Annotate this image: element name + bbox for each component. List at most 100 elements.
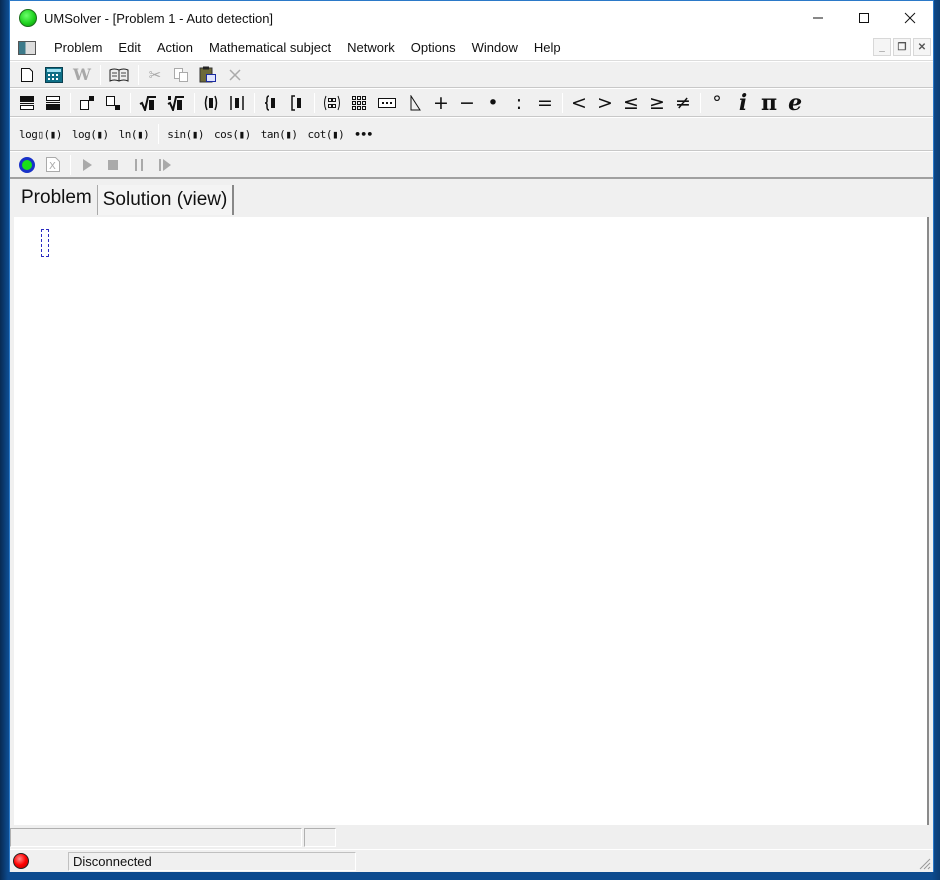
square-root-icon (139, 95, 156, 111)
toolbar-separator (130, 92, 131, 113)
connection-status-text: Disconnected (68, 852, 356, 871)
curly-brace-icon (264, 94, 275, 111)
imaginary-i-button[interactable]: i (732, 90, 754, 116)
tab-solution-view[interactable]: Solution (view) (96, 185, 235, 215)
absolute-value-button[interactable] (226, 92, 248, 114)
app-window: UMSolver - [Problem 1 - Auto detection] … (9, 0, 934, 872)
new-document-button[interactable] (16, 64, 38, 86)
excel-button[interactable]: X (42, 154, 64, 176)
mdi-document-icon[interactable] (18, 40, 36, 55)
scissors-icon: ✂ (148, 66, 162, 84)
greater-equal-button[interactable]: ≥ (646, 92, 668, 114)
delete-icon (229, 68, 241, 81)
cut-button[interactable]: ✂ (144, 64, 166, 86)
less-than-button[interactable]: < (568, 92, 590, 114)
superscript-button[interactable] (76, 92, 98, 114)
matrix-button[interactable] (320, 92, 344, 114)
pause-icon (135, 158, 143, 171)
less-equal-button[interactable]: ≤ (620, 92, 642, 114)
excel-icon: X (46, 157, 60, 172)
subscript-button[interactable] (102, 92, 124, 114)
ellipsis-box-icon (378, 97, 396, 108)
delete-button[interactable] (224, 64, 246, 86)
mdi-controls: _ ❐ ✕ (873, 38, 931, 56)
dot-button[interactable]: • (482, 92, 504, 114)
toolbar-separator (194, 92, 195, 113)
math-symbols-toolbar: + − • : = < > ≤ ≥ ≠ ° i π e (10, 88, 933, 117)
new-document-icon (21, 67, 33, 82)
cot-button[interactable]: cot(▮) (304, 123, 347, 145)
toolbar-separator (137, 64, 139, 85)
log-base-button[interactable]: log▯(▮) (16, 123, 65, 145)
plus-button[interactable]: + (430, 92, 452, 114)
info-field-small (304, 828, 336, 847)
close-button[interactable] (887, 1, 933, 35)
functions-toolbar: log▯(▮) log(▮) ln(▮) sin(▮) cos(▮) tan(▮… (10, 117, 933, 151)
run-button[interactable] (76, 154, 98, 176)
pause-button[interactable] (128, 154, 150, 176)
paste-button[interactable] (196, 64, 220, 86)
equals-button[interactable]: = (534, 92, 556, 114)
more-functions-button[interactable]: ••• (351, 123, 375, 145)
paste-icon (199, 66, 216, 83)
book-icon (109, 68, 129, 82)
menu-network[interactable]: Network (339, 35, 403, 61)
word-export-button[interactable]: W (70, 64, 94, 86)
nth-root-button[interactable] (164, 92, 188, 114)
menu-window[interactable]: Window (464, 35, 526, 61)
menu-problem[interactable]: Problem (46, 35, 110, 61)
mdi-minimize-button[interactable]: _ (873, 38, 891, 56)
matrix-icon (324, 95, 340, 110)
fraction-bottom-button[interactable] (42, 92, 64, 114)
menu-edit[interactable]: Edit (110, 35, 148, 61)
euler-e-button[interactable]: e (784, 90, 806, 116)
greater-than-button[interactable]: > (594, 92, 616, 114)
mdi-restore-button[interactable]: ❐ (893, 38, 911, 56)
cos-button[interactable]: cos(▮) (211, 123, 254, 145)
window-controls (795, 1, 933, 35)
pi-button[interactable]: π (758, 90, 780, 116)
angle-icon (410, 94, 421, 110)
stop-button[interactable] (102, 154, 124, 176)
colon-button[interactable]: : (508, 92, 530, 114)
preview-button[interactable] (106, 64, 132, 86)
square-root-button[interactable] (136, 92, 160, 114)
formula-editor[interactable] (14, 217, 929, 825)
square-bracket-button[interactable] (286, 92, 308, 114)
minimize-button[interactable] (795, 1, 841, 35)
log-button[interactable]: log(▮) (69, 123, 112, 145)
not-equal-button[interactable]: ≠ (672, 92, 694, 114)
svg-text:X: X (49, 161, 56, 172)
ln-button[interactable]: ln(▮) (116, 123, 153, 145)
word-icon: W (73, 65, 91, 84)
connection-status-icon (19, 156, 35, 173)
connect-button[interactable] (16, 154, 38, 176)
resize-grip-icon[interactable] (917, 856, 931, 870)
fraction-top-button[interactable] (16, 92, 38, 114)
minus-button[interactable]: − (456, 92, 478, 114)
calculator-button[interactable] (42, 64, 66, 86)
menu-action[interactable]: Action (149, 35, 201, 61)
maximize-button[interactable] (841, 1, 887, 35)
ellipsis-box-button[interactable] (374, 92, 400, 114)
copy-button[interactable] (170, 64, 192, 86)
step-icon (159, 158, 171, 171)
sin-button[interactable]: sin(▮) (164, 123, 207, 145)
step-button[interactable] (154, 154, 176, 176)
window-title: UMSolver - [Problem 1 - Auto detection] (44, 10, 274, 26)
menu-help[interactable]: Help (526, 35, 569, 61)
input-placeholder-cursor[interactable] (41, 229, 49, 257)
degree-button[interactable]: ° (706, 92, 728, 114)
menu-bar: Problem Edit Action Mathematical subject… (10, 35, 933, 61)
tan-button[interactable]: tan(▮) (258, 123, 301, 145)
angle-button[interactable] (404, 92, 426, 114)
info-field-main (10, 828, 302, 847)
grid-button[interactable] (348, 92, 370, 114)
menu-options[interactable]: Options (403, 35, 464, 61)
tab-problem[interactable]: Problem (16, 181, 97, 215)
parentheses-button[interactable] (200, 92, 222, 114)
title-bar[interactable]: UMSolver - [Problem 1 - Auto detection] (10, 1, 933, 35)
menu-mathematical-subject[interactable]: Mathematical subject (201, 35, 339, 61)
curly-brace-button[interactable] (260, 92, 282, 114)
mdi-close-button[interactable]: ✕ (913, 38, 931, 56)
